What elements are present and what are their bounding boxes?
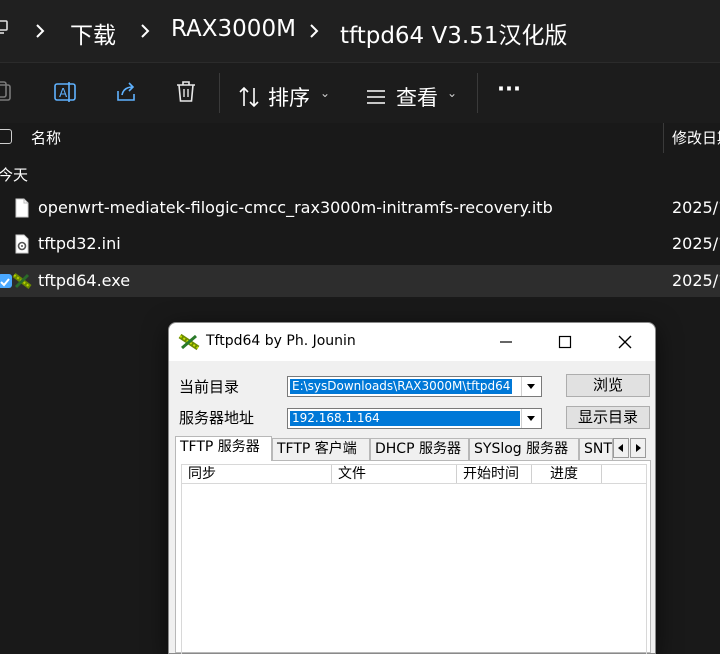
- transfer-list[interactable]: [181, 484, 647, 654]
- server-addr-value: 192.168.1.164: [290, 411, 520, 426]
- column-file[interactable]: 文件: [332, 465, 457, 483]
- file-row[interactable]: openwrt-mediatek-filogic-cmcc_rax3000m-i…: [0, 192, 720, 224]
- tab-scroll-left[interactable]: [613, 438, 629, 458]
- current-dir-label: 当前目录: [179, 378, 240, 396]
- chevron-right-icon: [636, 444, 641, 452]
- address-bar: 下载 RAX3000M tftpd64 V3.51汉化版: [0, 0, 720, 63]
- toolbar-divider: [477, 73, 478, 113]
- file-date: 2025/1: [672, 234, 720, 253]
- rename-icon[interactable]: A: [53, 79, 79, 105]
- title-bar[interactable]: Tftpd64 by Ph. Jounin: [169, 323, 655, 361]
- chevron-down-icon[interactable]: ⌄: [447, 86, 457, 100]
- this-pc-icon[interactable]: [0, 20, 8, 34]
- current-dir-value: E:\sysDownloads\RAX3000M\tftpd64: [290, 379, 513, 394]
- close-icon[interactable]: [615, 332, 635, 352]
- checkmark-icon: [0, 278, 10, 287]
- tab-dhcp-server[interactable]: DHCP 服务器: [370, 438, 469, 460]
- file-name: openwrt-mediatek-filogic-cmcc_rax3000m-i…: [38, 198, 553, 217]
- sort-icon[interactable]: [237, 85, 261, 109]
- tab-strip: TFTP 服务器 TFTP 客户端 DHCP 服务器 SYSlog 服务器 SN…: [175, 436, 653, 461]
- chevron-down-icon[interactable]: ⌄: [320, 86, 330, 100]
- column-header: 名称 修改日期: [0, 123, 720, 153]
- file-date: 2025/1: [672, 198, 720, 217]
- column-name[interactable]: 名称: [31, 127, 61, 148]
- settings-file-icon: [15, 234, 29, 254]
- chevron-down-icon: [527, 416, 535, 421]
- file-name: tftpd64.exe: [38, 271, 131, 290]
- toolbar-divider: [219, 73, 220, 113]
- delete-icon[interactable]: [173, 79, 199, 105]
- tab-scroll-right[interactable]: [630, 438, 646, 458]
- select-all-checkbox[interactable]: [0, 129, 12, 144]
- transfer-list-header: 同步 文件 开始时间 进度: [181, 464, 647, 484]
- tab-sntp-server[interactable]: SNT: [579, 438, 613, 460]
- chevron-right-icon[interactable]: [138, 22, 152, 40]
- share-icon[interactable]: [113, 79, 139, 105]
- maximize-icon[interactable]: [555, 332, 575, 352]
- sort-button[interactable]: 排序: [268, 82, 310, 112]
- file-icon: [15, 198, 29, 218]
- file-row-selected[interactable]: tftpd64.exe 2025/1: [0, 265, 720, 297]
- tab-syslog-server[interactable]: SYSlog 服务器: [469, 438, 579, 460]
- file-row[interactable]: tftpd32.ini 2025/1: [0, 228, 720, 260]
- file-date: 2025/1: [672, 271, 720, 290]
- chevron-right-icon[interactable]: [33, 22, 47, 40]
- dropdown-arrow[interactable]: [521, 377, 541, 396]
- tftp-server-panel: 同步 文件 开始时间 进度: [175, 460, 651, 654]
- breadcrumb-item-tftpd64[interactable]: tftpd64 V3.51汉化版: [340, 16, 567, 50]
- column-modified[interactable]: 修改日期: [672, 127, 720, 148]
- copy-icon[interactable]: [0, 79, 16, 105]
- server-addr-combo[interactable]: 192.168.1.164: [287, 408, 542, 429]
- chevron-right-icon[interactable]: [307, 22, 321, 40]
- svg-text:A: A: [59, 86, 68, 100]
- server-addr-label: 服务器地址: [179, 409, 255, 427]
- chevron-left-icon: [618, 444, 623, 452]
- column-divider[interactable]: [663, 123, 664, 153]
- command-bar: A 排序 ⌄ 查看 ⌄ ···: [0, 63, 720, 123]
- minimize-icon[interactable]: [496, 332, 516, 352]
- tftpd-app-icon: [12, 273, 32, 289]
- breadcrumb-item-downloads[interactable]: 下载: [70, 16, 116, 50]
- column-peer[interactable]: 同步: [182, 465, 332, 483]
- view-icon[interactable]: [365, 87, 387, 107]
- show-dir-button[interactable]: 显示目录: [566, 406, 650, 429]
- window-title: Tftpd64 by Ph. Jounin: [206, 333, 356, 349]
- more-options-button[interactable]: ···: [497, 77, 521, 101]
- tab-tftp-server[interactable]: TFTP 服务器: [175, 436, 272, 461]
- row-checkbox[interactable]: [0, 274, 12, 288]
- file-name: tftpd32.ini: [38, 234, 121, 253]
- tftpd-app-icon: [178, 333, 200, 351]
- column-start-time[interactable]: 开始时间: [457, 465, 532, 483]
- current-dir-combo[interactable]: E:\sysDownloads\RAX3000M\tftpd64: [287, 376, 542, 397]
- breadcrumb-item-rax3000m[interactable]: RAX3000M: [171, 16, 296, 42]
- view-button[interactable]: 查看: [396, 82, 438, 112]
- chevron-down-icon: [527, 384, 535, 389]
- column-progress[interactable]: 进度: [532, 465, 602, 483]
- browse-button[interactable]: 浏览: [566, 374, 650, 397]
- tab-tftp-client[interactable]: TFTP 客户端: [272, 438, 370, 460]
- group-header-today[interactable]: 今天: [0, 164, 28, 185]
- tftpd64-window: Tftpd64 by Ph. Jounin 当前目录 E:\sysDownloa…: [168, 322, 656, 654]
- dropdown-arrow[interactable]: [521, 409, 541, 428]
